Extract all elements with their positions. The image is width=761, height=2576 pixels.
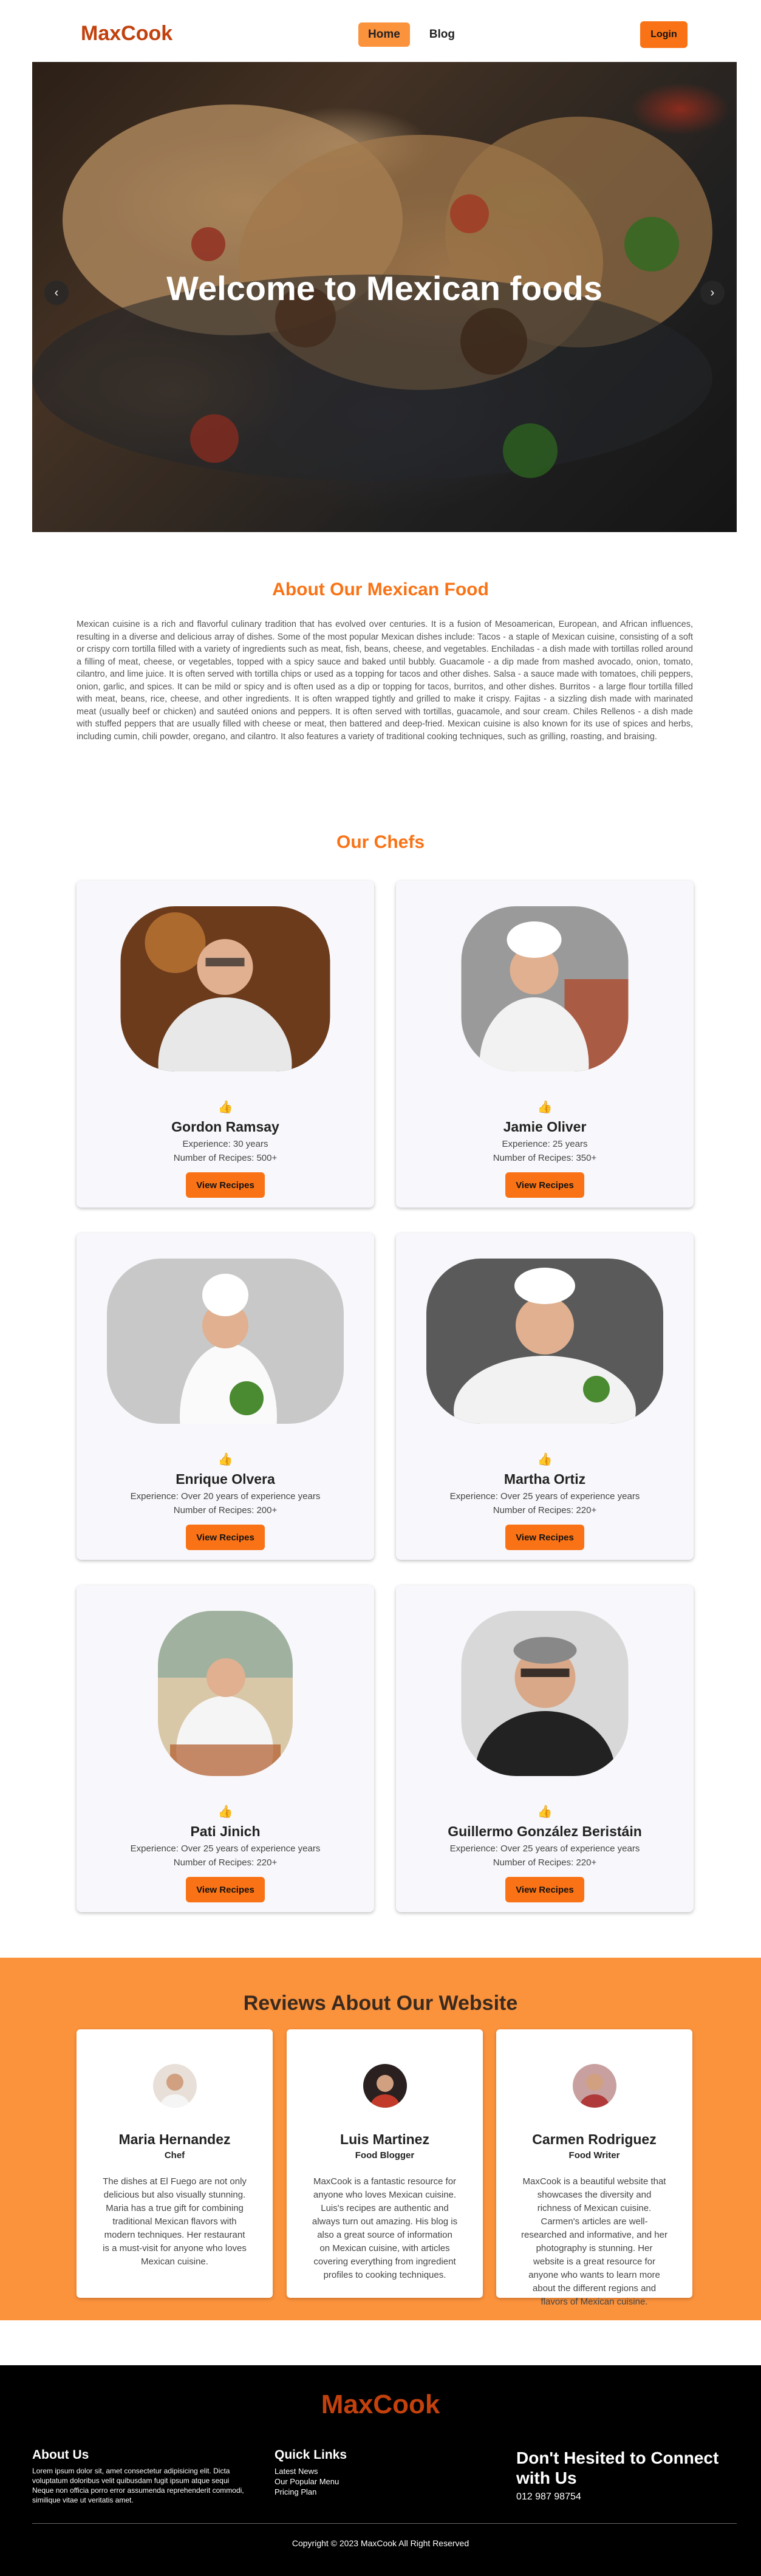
review-text: MaxCook is a beautiful website that show… <box>521 2176 667 2307</box>
chef-photo <box>120 906 330 1071</box>
footer-contact-title: Don't Hesited to Connect with Us <box>516 2448 719 2487</box>
chef-photo <box>461 906 629 1071</box>
chef-card: 👍 Jamie Oliver Experience: 25 years Numb… <box>396 881 694 1208</box>
chef-card: 👍 Gordon Ramsay Experience: 30 years Num… <box>77 881 374 1208</box>
thumbs-up-icon[interactable]: 👍 <box>396 1452 694 1467</box>
review-text: MaxCook is a fantastic resource for anyo… <box>312 2176 458 2280</box>
chef-photo <box>107 1259 344 1424</box>
footer-phone[interactable]: 012 987 98754 <box>516 2492 735 2503</box>
site-logo[interactable]: MaxCook <box>81 22 172 46</box>
reviewer-role: Food Writer <box>568 2150 620 2161</box>
footer: MaxCook About Us Lorem ipsum dolor sit, … <box>0 2365 761 2576</box>
view-recipes-button[interactable]: View Recipes <box>186 1877 265 1902</box>
chef-photo <box>426 1259 663 1424</box>
review-text: The dishes at El Fuego are not only deli… <box>103 2176 247 2267</box>
about-title: About Our Mexican Food <box>272 579 489 600</box>
thumbs-up-icon[interactable]: 👍 <box>77 1804 374 1819</box>
carousel-next-icon[interactable]: › <box>700 281 725 305</box>
reviews-section: Reviews About Our Website Maria Hernande… <box>0 1958 761 2320</box>
view-recipes-button[interactable]: View Recipes <box>505 1877 584 1902</box>
chef-name: Guillermo González Beristáin <box>448 1823 642 1839</box>
footer-about-text: Lorem ipsum dolor sit, amet consectetur … <box>32 2467 244 2504</box>
chef-recipes: Number of Recipes: 200+ <box>173 1505 278 1515</box>
footer-link-pricing-plan[interactable]: Pricing Plan <box>275 2487 347 2497</box>
chef-experience: Experience: 30 years <box>182 1139 268 1149</box>
chef-recipes: Number of Recipes: 500+ <box>173 1153 278 1163</box>
footer-link-latest-news[interactable]: Latest News <box>275 2466 347 2476</box>
login-button[interactable]: Login <box>640 21 688 48</box>
footer-contact: Don't Hesited to Connect with Us 012 987… <box>516 2448 735 2503</box>
footer-link-popular-menu[interactable]: Our Popular Menu <box>275 2476 347 2487</box>
chef-photo <box>158 1611 293 1776</box>
chef-recipes: Number of Recipes: 350+ <box>493 1153 597 1163</box>
chef-card: 👍 Pati Jinich Experience: Over 25 years … <box>77 1585 374 1912</box>
footer-logo[interactable]: MaxCook <box>0 2390 761 2420</box>
chef-recipes: Number of Recipes: 220+ <box>493 1505 597 1515</box>
thumbs-up-icon[interactable]: 👍 <box>396 1099 694 1115</box>
chef-card: 👍 Guillermo González Beristáin Experienc… <box>396 1585 694 1912</box>
reviews-title: Reviews About Our Website <box>243 1992 518 2015</box>
carousel-prev-icon[interactable]: ‹ <box>44 281 69 305</box>
avatar <box>152 2064 197 2108</box>
view-recipes-button[interactable]: View Recipes <box>505 1525 584 1550</box>
chef-recipes: Number of Recipes: 220+ <box>493 1857 597 1868</box>
nav-links: Home Blog <box>358 22 465 47</box>
chef-name: Enrique Olvera <box>176 1471 275 1487</box>
avatar <box>363 2064 407 2108</box>
chef-name: Martha Ortiz <box>503 1471 586 1487</box>
review-card: Maria Hernandez Chef The dishes at El Fu… <box>77 2029 273 2298</box>
review-card: Luis Martinez Food Blogger MaxCook is a … <box>287 2029 483 2298</box>
footer-about-title: About Us <box>32 2448 89 2462</box>
top-nav: MaxCook Home Blog Login <box>0 0 761 67</box>
chef-card: 👍 Martha Ortiz Experience: Over 25 years… <box>396 1233 694 1560</box>
reviewer-role: Chef <box>164 2150 185 2161</box>
view-recipes-button[interactable]: View Recipes <box>186 1172 265 1198</box>
view-recipes-button[interactable]: View Recipes <box>505 1172 584 1198</box>
chef-name: Jamie Oliver <box>503 1119 587 1135</box>
chef-experience: Experience: 25 years <box>502 1139 588 1149</box>
nav-link-blog[interactable]: Blog <box>420 22 465 47</box>
thumbs-up-icon[interactable]: 👍 <box>396 1804 694 1819</box>
chef-name: Gordon Ramsay <box>171 1119 279 1135</box>
hero-carousel: Welcome to Mexican foods ‹ › <box>32 62 737 532</box>
chef-name: Pati Jinich <box>190 1823 261 1839</box>
about-text: Mexican cuisine is a rich and flavorful … <box>77 620 693 742</box>
hero-title: Welcome to Mexican foods <box>166 269 602 307</box>
reviewer-name: Luis Martinez <box>340 2131 429 2147</box>
chefs-title: Our Chefs <box>336 832 425 852</box>
nav-link-home[interactable]: Home <box>358 22 410 47</box>
chef-experience: Experience: Over 25 years of experience … <box>130 1843 321 1854</box>
chef-experience: Experience: Over 25 years of experience … <box>449 1843 640 1854</box>
thumbs-up-icon[interactable]: 👍 <box>77 1099 374 1115</box>
chef-experience: Experience: Over 25 years of experience … <box>449 1491 640 1502</box>
chef-recipes: Number of Recipes: 220+ <box>173 1857 278 1868</box>
footer-about: About Us Lorem ipsum dolor sit, amet con… <box>32 2448 251 2505</box>
chef-card: 👍 Enrique Olvera Experience: Over 20 yea… <box>77 1233 374 1560</box>
reviewer-name: Carmen Rodriguez <box>532 2131 657 2147</box>
copyright-text: Copyright © 2023 MaxCook All Right Reser… <box>292 2538 469 2548</box>
thumbs-up-icon[interactable]: 👍 <box>77 1452 374 1467</box>
chef-experience: Experience: Over 20 years of experience … <box>130 1491 321 1502</box>
avatar <box>572 2064 616 2108</box>
chef-photo <box>461 1611 629 1776</box>
footer-divider <box>32 2523 737 2524</box>
reviewer-role: Food Blogger <box>355 2150 415 2161</box>
footer-links-title: Quick Links <box>275 2448 347 2462</box>
footer-quick-links: Quick Links Latest News Our Popular Menu… <box>275 2448 347 2497</box>
reviewer-name: Maria Hernandez <box>118 2131 231 2147</box>
view-recipes-button[interactable]: View Recipes <box>186 1525 265 1550</box>
review-card: Carmen Rodriguez Food Writer MaxCook is … <box>496 2029 692 2307</box>
